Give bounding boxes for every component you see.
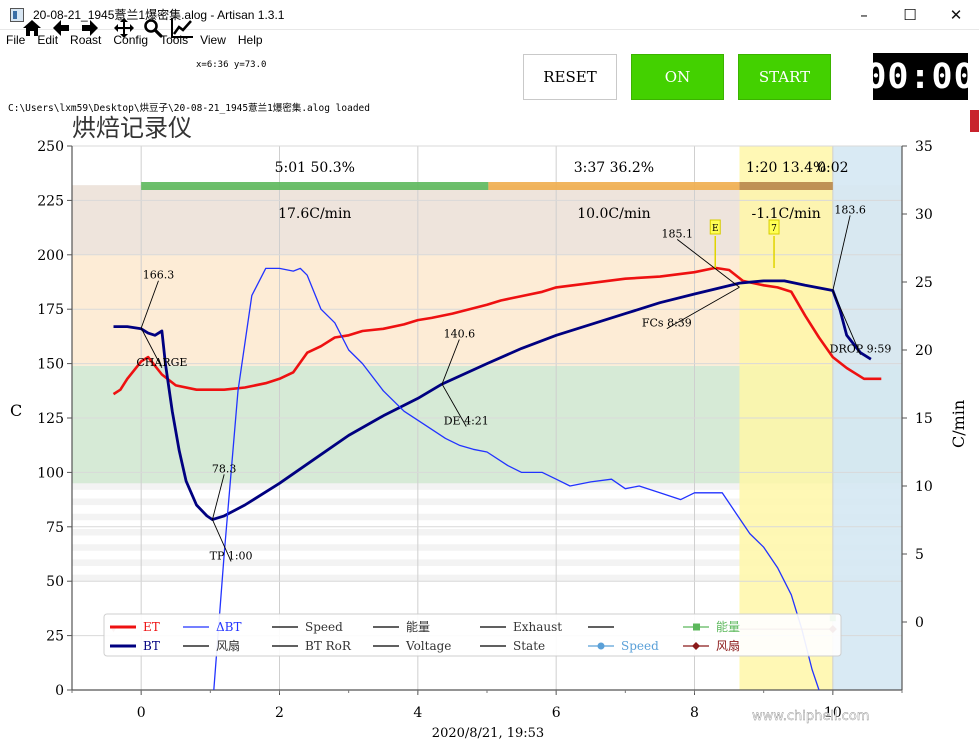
y-tick-label: 100 [37,465,64,481]
annotation-label: 140.6 [444,327,476,340]
home-icon[interactable] [20,16,44,40]
y2-tick-label: 35 [915,139,933,155]
legend-label[interactable]: Exhaust [513,620,562,634]
y-tick-label: 125 [37,411,64,427]
phase-ror-label: -1.1C/min [752,206,821,222]
y-tick-label: 225 [37,193,64,209]
legend-label[interactable]: Speed [305,620,343,634]
legend-label[interactable]: ET [143,620,160,634]
y-tick-label: 175 [37,302,64,318]
legend-label[interactable]: 风扇 [716,638,740,653]
event-flag-label: 7 [771,224,777,234]
roast-chart[interactable]: 0255075100125150175200225250051015202530… [0,112,979,750]
y2-axis-label: C/min [949,400,968,448]
x-tick-label: 6 [552,705,561,721]
x-tick-label: 2 [275,705,284,721]
legend-label[interactable]: BT [143,639,160,653]
x-tick-label: 4 [413,705,422,721]
annotation-label: FCs 8:39 [642,317,692,330]
legend-label[interactable]: ΔBT [216,620,242,634]
maximize-button[interactable]: ☐ [887,0,933,30]
y2-tick-label: 5 [915,547,924,563]
phase-extra-label: 0:02 [817,160,848,176]
legend-label[interactable]: BT RoR [305,639,352,653]
y2-tick-label: 0 [915,615,924,631]
annotation-label: 78.3 [212,462,237,475]
annotation-label: 166.3 [143,269,175,282]
watermark: www.chiphell.com [752,709,869,724]
legend-marker [693,623,700,631]
timer-display: 00:00 [865,53,975,100]
y2-tick-label: 30 [915,207,933,223]
menu-view[interactable]: View [194,31,232,49]
y2-tick-label: 10 [915,479,933,495]
y-axis-label: C [10,401,22,420]
coordinate-readout: x=6:36 y=73.0 [196,60,267,70]
legend-label[interactable]: 风扇 [216,638,240,653]
chart-icon[interactable] [170,16,194,40]
pan-icon[interactable] [112,16,136,40]
legend-label[interactable]: Voltage [405,639,451,653]
event-flag-label: E [712,224,719,234]
y-tick-label: 250 [37,139,64,155]
annotation-label: 183.6 [834,203,866,216]
y-tick-label: 50 [46,574,64,590]
y-tick-label: 75 [46,520,64,536]
phase-label: 3:37 36.2% [574,160,654,176]
phase-ror-label: 17.6C/min [278,206,351,222]
start-button[interactable]: START [738,54,831,100]
y-tick-label: 150 [37,357,64,373]
phase-bar-segment [488,182,740,190]
legend-label[interactable]: Speed [621,639,659,653]
y-tick-label: 25 [46,629,64,645]
chart-title: 烘焙记录仪 [72,114,192,142]
x-tick-label: 0 [137,705,146,721]
window-controls: – ☐ ✕ [841,0,979,30]
minimize-button[interactable]: – [841,0,887,30]
legend-marker [597,642,605,650]
phase-bar-segment [141,182,489,190]
legend-label[interactable]: State [513,639,545,653]
menu-help[interactable]: Help [232,31,269,49]
y-tick-label: 0 [55,683,64,699]
forward-arrow-icon[interactable] [78,16,102,40]
annotation-label: CHARGE [136,356,187,369]
phase-bar-segment [739,182,833,190]
annotation-label: 185.1 [661,227,693,240]
y2-tick-label: 20 [915,343,933,359]
back-arrow-icon[interactable] [49,16,73,40]
legend-label[interactable]: 能量 [716,620,740,634]
zoom-icon[interactable] [141,16,165,40]
phase-label: 1:20 13.4% [746,160,826,176]
legend-label[interactable]: 能量 [406,620,430,634]
y-tick-label: 200 [37,248,64,264]
x-tick-label: 8 [690,705,699,721]
on-button[interactable]: ON [631,54,724,100]
close-button[interactable]: ✕ [933,0,979,30]
annotation-label: TP 1:00 [210,549,253,562]
reset-button[interactable]: RESET [523,54,617,100]
y2-tick-label: 15 [915,411,933,427]
x-axis-label: 2020/8/21, 19:53 [432,726,544,741]
y2-tick-label: 25 [915,275,933,291]
annotation-label: DROP 9:59 [830,343,892,356]
annotation-label: DE 4:21 [444,415,489,428]
phase-label: 5:01 50.3% [275,160,355,176]
phase-ror-label: 10.0C/min [577,206,650,222]
